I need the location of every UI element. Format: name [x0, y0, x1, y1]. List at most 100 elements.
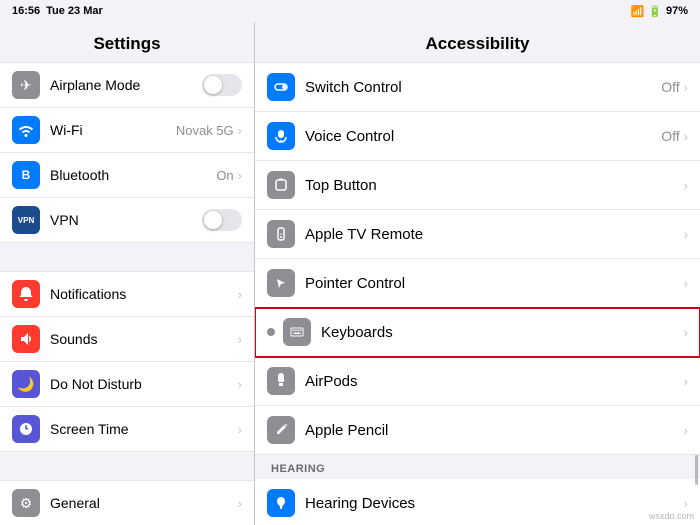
switchcontrol-chevron: ›: [684, 80, 688, 95]
general-icon: ⚙: [12, 489, 40, 517]
content-section-hearing: HEARING Hearing Devices › Sound Recognit…: [255, 455, 700, 525]
airplane-toggle[interactable]: [202, 74, 242, 96]
sidebar-item-bluetooth[interactable]: B Bluetooth On ›: [0, 153, 254, 198]
content-label-airpods: AirPods: [305, 373, 684, 390]
notifications-chevron: ›: [238, 287, 242, 302]
content-label-appletvremote: Apple TV Remote: [305, 226, 684, 243]
sidebar-label-notifications: Notifications: [50, 286, 238, 302]
sidebar-item-airplane[interactable]: ✈ Airplane Mode: [0, 62, 254, 108]
sidebar-item-screentime[interactable]: Screen Time ›: [0, 407, 254, 452]
bluetooth-chevron: ›: [238, 168, 242, 183]
pointercontrol-icon: [267, 269, 295, 297]
content-item-keyboards[interactable]: Keyboards ›: [255, 308, 700, 357]
wifi-value: Novak 5G: [176, 123, 234, 138]
vpn-toggle[interactable]: [202, 209, 242, 231]
content-item-topbutton[interactable]: Top Button ›: [255, 161, 700, 210]
content-item-airpods[interactable]: AirPods ›: [255, 357, 700, 406]
general-chevron: ›: [238, 496, 242, 511]
bluetooth-icon: B: [12, 161, 40, 189]
status-bar: 16:56 Tue 23 Mar 📶 🔋 97%: [0, 0, 700, 22]
keyboards-chevron: ›: [684, 325, 688, 340]
dnd-chevron: ›: [238, 377, 242, 392]
donotdisturb-icon: 🌙: [12, 370, 40, 398]
keyboards-icon: [283, 318, 311, 346]
sidebar-label-dnd: Do Not Disturb: [50, 376, 238, 392]
sidebar-gap-2: [0, 452, 254, 480]
pointercontrol-chevron: ›: [684, 276, 688, 291]
applepencil-icon: [267, 416, 295, 444]
sidebar-label-screentime: Screen Time: [50, 421, 238, 437]
sidebar-label-vpn: VPN: [50, 212, 202, 228]
sounds-icon: [12, 325, 40, 353]
switchcontrol-icon: [267, 73, 295, 101]
sidebar-section-2: Notifications › Sounds › 🌙 Do Not Distur…: [0, 271, 254, 452]
watermark: wsxdn.com: [649, 511, 694, 521]
battery-percent: 97%: [666, 5, 688, 17]
topbutton-icon: [267, 171, 295, 199]
sounds-chevron: ›: [238, 332, 242, 347]
content-title: Accessibility: [255, 22, 700, 62]
applepencil-content-chevron: ›: [684, 423, 688, 438]
content-item-switchcontrol[interactable]: Switch Control Off ›: [255, 62, 700, 112]
vpn-icon: VPN: [12, 206, 40, 234]
sidebar-label-bluetooth: Bluetooth: [50, 167, 216, 183]
content-label-switchcontrol: Switch Control: [305, 79, 661, 96]
content-item-voicecontrol[interactable]: Voice Control Off ›: [255, 112, 700, 161]
sidebar-item-notifications[interactable]: Notifications ›: [0, 271, 254, 317]
appletvremote-chevron: ›: [684, 227, 688, 242]
voicecontrol-value: Off: [661, 128, 679, 144]
content-item-hearingdevices[interactable]: Hearing Devices ›: [255, 479, 700, 525]
sidebar-section-3: ⚙ General › Control Center › AA Display …: [0, 480, 254, 525]
wifi-icon: 📶: [631, 5, 645, 18]
wifi-chevron: ›: [238, 123, 242, 138]
content-section-motor: Switch Control Off › Voice Control Off ›…: [255, 62, 700, 455]
content-label-pointercontrol: Pointer Control: [305, 275, 684, 292]
scrollbar-thumb[interactable]: [695, 455, 698, 485]
content-label-voicecontrol: Voice Control: [305, 128, 661, 145]
status-left: 16:56 Tue 23 Mar: [12, 5, 103, 17]
battery-icon: 🔋: [648, 5, 662, 18]
wifi-icon-sidebar: [12, 116, 40, 144]
keyboards-dot: [267, 328, 275, 336]
content-item-pointercontrol[interactable]: Pointer Control ›: [255, 259, 700, 308]
content-label-applepencil: Apple Pencil: [305, 422, 684, 439]
content-label-topbutton: Top Button: [305, 177, 684, 194]
topbutton-chevron: ›: [684, 178, 688, 193]
content-area: Accessibility Switch Control Off › Voice…: [255, 22, 700, 525]
sidebar: Settings ✈ Airplane Mode Wi-Fi Novak 5G …: [0, 22, 255, 525]
airplane-icon: ✈: [12, 71, 40, 99]
sidebar-title: Settings: [0, 22, 254, 62]
content-item-appletvremote[interactable]: Apple TV Remote ›: [255, 210, 700, 259]
status-right: 📶 🔋 97%: [631, 5, 688, 18]
sidebar-label-sounds: Sounds: [50, 331, 238, 347]
sidebar-item-wifi[interactable]: Wi-Fi Novak 5G ›: [0, 108, 254, 153]
status-time: 16:56: [12, 5, 40, 17]
screentime-icon: [12, 415, 40, 443]
content-item-applepencil[interactable]: Apple Pencil ›: [255, 406, 700, 455]
switchcontrol-value: Off: [661, 79, 679, 95]
sidebar-item-donotdisturb[interactable]: 🌙 Do Not Disturb ›: [0, 362, 254, 407]
hearingdevices-chevron: ›: [684, 496, 688, 511]
voicecontrol-icon: [267, 122, 295, 150]
sidebar-item-general[interactable]: ⚙ General ›: [0, 480, 254, 525]
sidebar-gap-1: [0, 243, 254, 271]
sidebar-item-vpn[interactable]: VPN VPN: [0, 198, 254, 243]
hearing-section-header: HEARING: [255, 455, 700, 479]
hearingdevices-icon: [267, 489, 295, 517]
content-label-keyboards: Keyboards: [321, 324, 684, 341]
screentime-chevron: ›: [238, 422, 242, 437]
voicecontrol-chevron: ›: [684, 129, 688, 144]
sidebar-section-1: ✈ Airplane Mode Wi-Fi Novak 5G › B Bluet…: [0, 62, 254, 243]
status-date: Tue 23 Mar: [46, 5, 103, 17]
notifications-icon: [12, 280, 40, 308]
sidebar-item-sounds[interactable]: Sounds ›: [0, 317, 254, 362]
bluetooth-value: On: [216, 168, 233, 183]
airpods-icon: [267, 367, 295, 395]
sidebar-label-wifi: Wi-Fi: [50, 122, 176, 138]
airpods-chevron: ›: [684, 374, 688, 389]
sidebar-label-airplane: Airplane Mode: [50, 77, 202, 93]
sidebar-label-general: General: [50, 495, 238, 511]
content-label-hearingdevices: Hearing Devices: [305, 495, 684, 512]
main-container: Settings ✈ Airplane Mode Wi-Fi Novak 5G …: [0, 22, 700, 525]
appletvremote-icon: [267, 220, 295, 248]
